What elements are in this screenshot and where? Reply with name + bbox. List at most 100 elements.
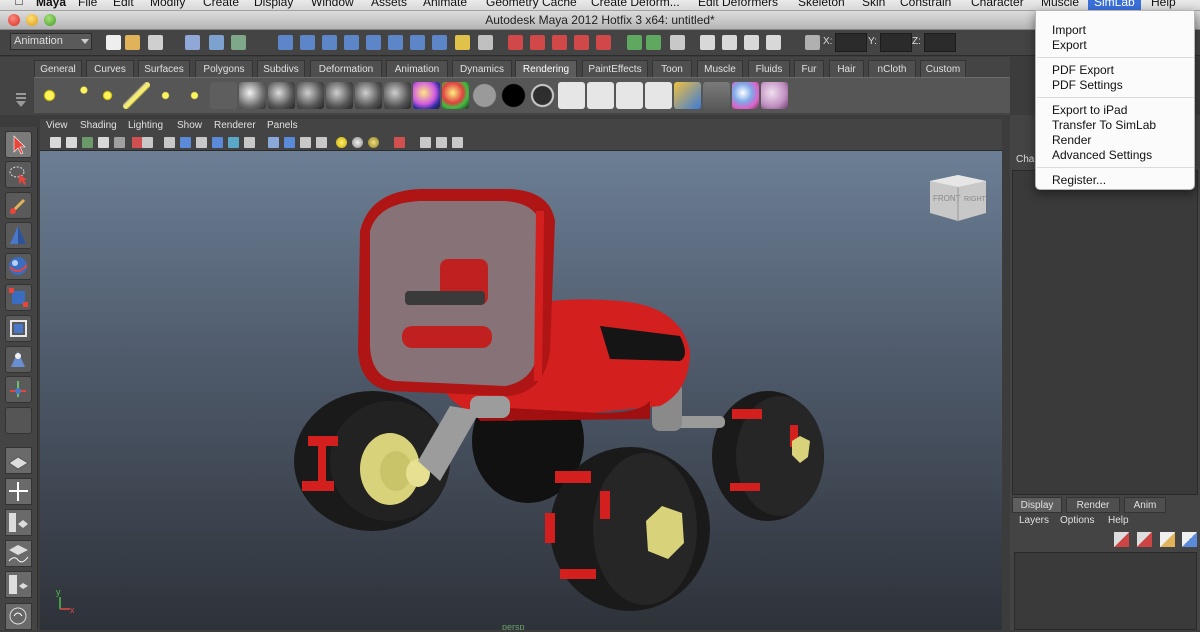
hypershade-shelf-icon[interactable] <box>674 82 701 109</box>
open-scene-icon[interactable] <box>125 35 140 50</box>
shader-surface-icon[interactable] <box>471 82 498 109</box>
select-hierarchy-icon[interactable] <box>185 35 200 50</box>
soft-modification-icon[interactable] <box>5 346 32 373</box>
menu-create-deformers[interactable]: Create Deform... <box>591 0 680 11</box>
render-frame-icon[interactable] <box>587 82 614 109</box>
shelf-tab-polygons[interactable]: Polygons <box>195 60 253 77</box>
grid-icon[interactable] <box>142 137 153 148</box>
batch-render-icon[interactable] <box>703 82 730 109</box>
volume-light-icon[interactable] <box>181 82 208 109</box>
high-quality-icon[interactable] <box>394 137 405 148</box>
menu-file[interactable]: File <box>78 0 97 11</box>
show-manipulator-icon[interactable] <box>5 376 32 403</box>
menu-edit-deformers[interactable]: Edit Deformers <box>698 0 778 11</box>
layer-tab-display[interactable]: Display <box>1012 497 1062 513</box>
layer-menu-layers[interactable]: Layers <box>1019 515 1049 526</box>
film-gate-icon[interactable] <box>164 137 175 148</box>
menu-display[interactable]: Display <box>254 0 293 11</box>
render-current-frame-icon[interactable] <box>508 35 523 50</box>
menu-edit[interactable]: Edit <box>113 0 134 11</box>
panel-menu-show[interactable]: Show <box>177 120 202 131</box>
render-view-icon[interactable] <box>558 82 585 109</box>
channel-box-content[interactable] <box>1012 170 1198 495</box>
menu-skin[interactable]: Skin <box>862 0 885 11</box>
directional-light-icon[interactable] <box>65 82 92 109</box>
layer-editor-icon[interactable] <box>766 35 781 50</box>
ipr-icon[interactable] <box>616 82 643 109</box>
history-icon[interactable] <box>432 35 447 50</box>
menu-assets[interactable]: Assets <box>371 0 407 11</box>
paint-texture-icon[interactable] <box>761 82 788 109</box>
use-default-material-icon[interactable] <box>244 137 255 148</box>
shader-phonge-icon[interactable] <box>355 82 382 109</box>
shader-phong-icon[interactable] <box>326 82 353 109</box>
select-object-icon[interactable] <box>209 35 224 50</box>
field-chart-icon[interactable] <box>452 137 463 148</box>
snap-live-icon[interactable] <box>388 35 403 50</box>
menu-window[interactable]: Window <box>311 0 354 11</box>
layer-up-icon[interactable] <box>1160 532 1175 547</box>
single-perspective-layout-icon[interactable] <box>5 447 32 474</box>
lasso-tool-icon[interactable] <box>5 161 32 188</box>
shelf-tab-custom[interactable]: Custom <box>920 60 966 77</box>
panel-menu-panels[interactable]: Panels <box>267 120 298 131</box>
shelf-tab-ncloth[interactable]: nCloth <box>868 60 916 77</box>
paint-select-tool-icon[interactable] <box>5 192 32 219</box>
menu-create[interactable]: Create <box>203 0 239 11</box>
panel-menu-lighting[interactable]: Lighting <box>128 120 163 131</box>
input-line-icon[interactable] <box>627 35 642 50</box>
simlab-pdf-export[interactable]: PDF Export <box>1052 63 1114 77</box>
hypershade-persp-layout-icon[interactable] <box>5 571 32 598</box>
select-camera-icon[interactable] <box>50 137 61 148</box>
select-component-icon[interactable] <box>231 35 246 50</box>
ipr-render-icon[interactable] <box>530 35 545 50</box>
panel-menu-shading[interactable]: Shading <box>80 120 117 131</box>
shelf-tab-rendering[interactable]: Rendering <box>515 60 577 77</box>
isolate-select-icon[interactable] <box>300 137 311 148</box>
snap-point-icon[interactable] <box>322 35 337 50</box>
toggle-panel-icon[interactable] <box>670 35 685 50</box>
simlab-advanced-settings[interactable]: Advanced Settings <box>1052 148 1152 162</box>
attribute-editor-icon[interactable] <box>700 35 715 50</box>
menu-modify[interactable]: Modify <box>150 0 185 11</box>
layer-menu-options[interactable]: Options <box>1060 515 1094 526</box>
default-lighting-icon[interactable] <box>336 137 347 148</box>
menu-animate[interactable]: Animate <box>423 0 467 11</box>
menu-geometry-cache[interactable]: Geometry Cache <box>486 0 577 11</box>
car-model[interactable]: FRONT RIGHT y x persp <box>40 151 1002 630</box>
viewcube-right-label[interactable]: RIGHT <box>964 196 987 203</box>
shader-ramp-icon[interactable] <box>442 82 469 109</box>
shelf-menu-icon[interactable] <box>10 61 32 111</box>
image-plane-icon[interactable] <box>98 137 109 148</box>
shelf-tab-fur[interactable]: Fur <box>794 60 824 77</box>
layer-menu-help[interactable]: Help <box>1108 515 1129 526</box>
menu-character[interactable]: Character <box>971 0 1024 11</box>
layer-tab-anim[interactable]: Anim <box>1124 497 1166 513</box>
perspective-viewport[interactable]: FRONT RIGHT y x persp <box>40 151 1002 630</box>
y-field[interactable] <box>880 33 912 52</box>
select-tool-icon[interactable] <box>5 131 32 158</box>
bookmarks-icon[interactable] <box>82 137 93 148</box>
shelf-tab-general[interactable]: General <box>34 60 82 77</box>
area-light-icon[interactable] <box>152 82 179 109</box>
construction-history-icon[interactable] <box>478 35 493 50</box>
xray-icon[interactable] <box>268 137 279 148</box>
mode-select[interactable]: Animation <box>10 33 92 50</box>
persp-outliner-layout-icon[interactable] <box>5 509 32 536</box>
menu-constrain[interactable]: Constrain <box>900 0 951 11</box>
shelf-tab-surfaces[interactable]: Surfaces <box>138 60 190 77</box>
shader-anisotropic-icon[interactable] <box>384 82 411 109</box>
new-scene-icon[interactable] <box>106 35 121 50</box>
simlab-import[interactable]: Import <box>1052 23 1086 37</box>
simlab-render[interactable]: Render <box>1052 133 1091 147</box>
wireframe-on-shaded-icon[interactable] <box>212 137 223 148</box>
x-field[interactable] <box>835 33 867 52</box>
shader-lambert-icon[interactable] <box>297 82 324 109</box>
menu-skeleton[interactable]: Skeleton <box>798 0 845 11</box>
shadows-icon[interactable] <box>368 137 379 148</box>
apple-icon[interactable]:  <box>14 0 26 8</box>
simlab-export[interactable]: Export <box>1052 38 1087 52</box>
channel-box-icon[interactable] <box>744 35 759 50</box>
shelf-tab-dynamics[interactable]: Dynamics <box>452 60 512 77</box>
last-tool-icon[interactable] <box>5 407 32 434</box>
